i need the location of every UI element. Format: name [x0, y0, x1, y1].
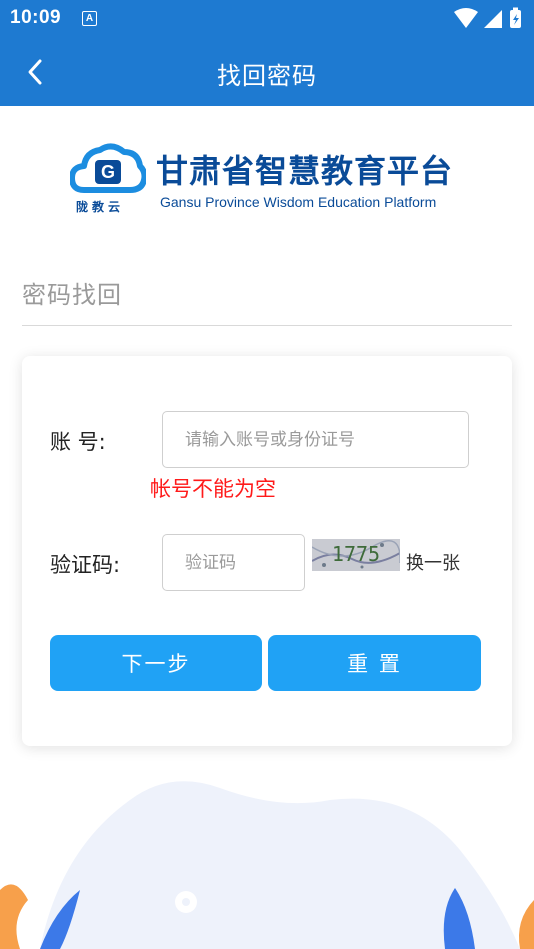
- next-button[interactable]: 下一步: [50, 635, 262, 691]
- brand-logo-area: G 陇教云 甘肃省智慧教育平台 Gansu Province Wisdom Ed…: [70, 140, 470, 220]
- account-label: 账 号:: [50, 430, 106, 454]
- status-icons: [452, 6, 526, 32]
- notification-icon: A: [82, 11, 97, 26]
- section-divider: [22, 325, 512, 326]
- recovery-form-card: 账 号: 帐号不能为空 验证码: 1775 换一张 下一步 重 置: [22, 356, 512, 746]
- gear-icon: [175, 891, 197, 913]
- captcha-input[interactable]: [162, 534, 305, 591]
- page-title: 找回密码: [217, 62, 317, 90]
- captcha-label: 验证码:: [50, 553, 121, 577]
- cloud-logo-icon: G: [70, 143, 146, 193]
- status-bar: 10:09 A: [0, 0, 534, 38]
- wifi-icon: [454, 8, 478, 28]
- background-decoration: [0, 781, 534, 949]
- signal-icon: [484, 10, 502, 28]
- section-title: 密码找回: [22, 281, 122, 309]
- nav-bar: 找回密码: [0, 38, 534, 106]
- reset-button[interactable]: 重 置: [268, 635, 481, 691]
- captcha-image[interactable]: 1775: [312, 539, 400, 571]
- battery-icon: [510, 7, 521, 28]
- status-time: 10:09: [10, 7, 62, 28]
- logo-letter: G: [101, 162, 115, 182]
- brand-title: 甘肃省智慧教育平台: [156, 152, 454, 190]
- logo-caption: 陇教云: [76, 200, 125, 214]
- account-error-message: 帐号不能为空: [150, 477, 276, 501]
- captcha-code: 1775: [332, 542, 380, 566]
- account-input[interactable]: [162, 411, 469, 468]
- captcha-refresh-link[interactable]: 换一张: [406, 549, 460, 575]
- brand-subtitle: Gansu Province Wisdom Education Platform: [160, 194, 437, 210]
